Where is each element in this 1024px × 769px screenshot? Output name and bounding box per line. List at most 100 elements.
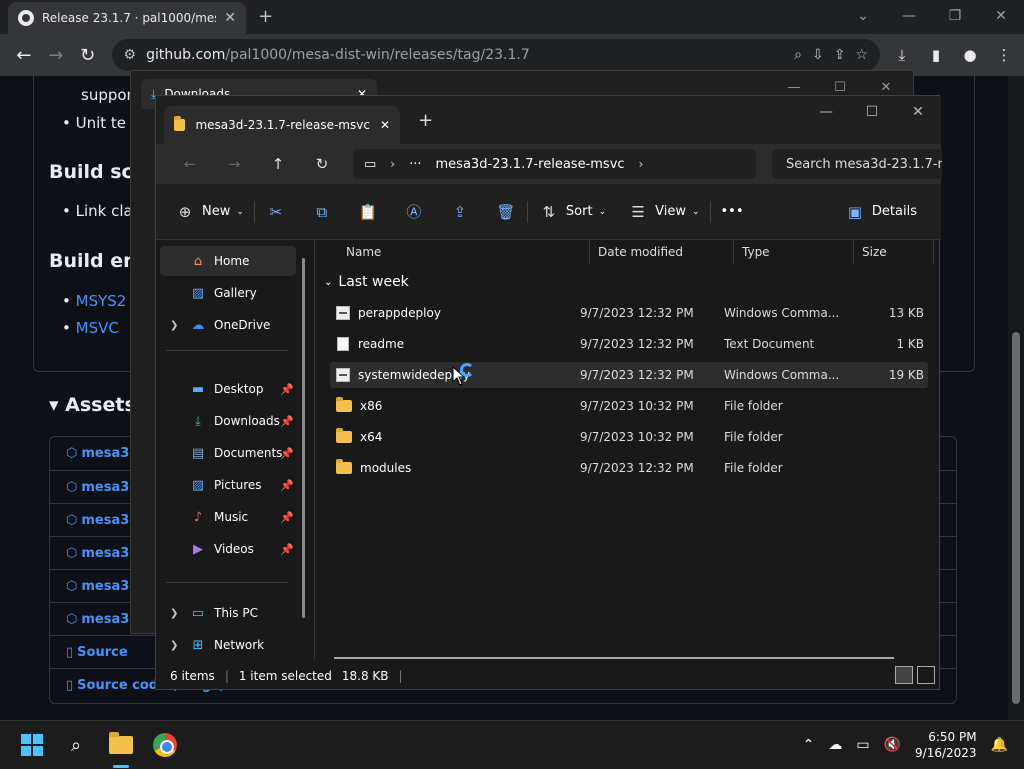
up-button[interactable]: ↑ [256,155,300,173]
taskbar-search-icon[interactable]: ⌕ [60,729,92,761]
minimize-button[interactable]: — [803,96,849,128]
nav-item-music[interactable]: ♪ Music 📌 [160,502,296,532]
chrome-tab-strip: Release 23.1.7 · pal1000/mesa-di ✕ + ⌄ —… [0,0,1024,34]
rename-icon[interactable]: Ⓐ [403,201,425,223]
forward-button[interactable]: → [212,155,256,173]
nav-item-this-pc[interactable]: ❯ ▭ This PC [160,598,296,628]
delete-icon[interactable]: 🗑 [495,201,517,223]
msvc-link[interactable]: MSVC [76,319,119,337]
address-bar[interactable]: ⚙ github.com/pal1000/mesa-dist-win/relea… [111,39,880,71]
file-row[interactable]: readme 9/7/2023 12:32 PM Text Document 1… [330,331,928,357]
paste-icon[interactable]: 📋 [357,201,379,223]
file-row[interactable]: perappdeploy 9/7/2023 12:32 PM Windows C… [330,300,928,326]
sort-button[interactable]: ⇅ Sort ⌄ [538,201,607,223]
nav-label: Music [214,510,249,524]
chevron-up-icon[interactable]: ⌃ [803,737,815,753]
tiles-view-icon[interactable] [917,666,935,684]
new-tab-button[interactable]: + [258,6,273,27]
nav-item-videos[interactable]: ▶ Videos 📌 [160,534,296,564]
monitor-tray-icon[interactable]: ▭ [856,737,869,753]
tab-search-icon[interactable]: ⌄ [840,0,886,32]
file-row[interactable]: systemwidedeploy 9/7/2023 12:32 PM Windo… [330,362,928,388]
taskbar-file-explorer[interactable] [105,729,137,761]
nav-item-network[interactable]: ❯ ⊞ Network [160,630,296,660]
new-tab-button[interactable]: + [418,110,433,131]
volume-muted-icon[interactable]: 🔇 [884,737,901,753]
nav-scrollbar[interactable] [302,258,305,618]
reload-button[interactable]: ↻ [72,39,104,71]
asset-link[interactable]: Source [77,645,127,660]
new-button[interactable]: ⊕ New ⌄ [174,201,244,223]
maximize-button[interactable]: ☐ [849,96,895,128]
copy-icon[interactable]: ⧉ [311,201,333,223]
breadcrumb-ellipsis[interactable]: ··· [409,157,421,172]
breadcrumb[interactable]: ▭ › ··· mesa3d-23.1.7-release-msvc › [354,149,756,179]
file-row[interactable]: modules 9/7/2023 12:32 PM File folder [330,455,928,481]
nav-item-documents[interactable]: ▤ Documents 📌 [160,438,296,468]
notification-bell-icon[interactable]: 🔔 [991,737,1008,753]
profile-icon[interactable]: ● [958,43,982,67]
text-file-icon [337,337,349,351]
search-icon[interactable]: ⌕ [794,47,802,63]
scrollbar-thumb[interactable] [1012,332,1020,704]
horizontal-scrollbar[interactable] [334,657,894,659]
start-button[interactable] [16,729,48,761]
cut-icon[interactable]: ✂ [265,201,287,223]
nav-item-downloads[interactable]: ⤓ Downloads 📌 [160,406,296,436]
nav-item-desktop[interactable]: ▬ Desktop 📌 [160,374,296,404]
more-button[interactable]: ••• [721,204,744,219]
close-window-button[interactable]: ✕ [895,96,941,128]
back-button[interactable]: ← [168,155,212,173]
explorer-tab[interactable]: mesa3d-23.1.7-release-msvc ✕ [164,106,400,144]
msys-link[interactable]: MSYS2 [76,292,127,310]
chevron-right-icon[interactable]: ❯ [170,320,178,331]
install-icon[interactable]: ⇩ [812,47,824,63]
nav-item-onedrive[interactable]: ❯ ☁ OneDrive [160,310,296,340]
refresh-button[interactable]: ↻ [300,155,344,173]
taskbar-chrome[interactable] [149,729,181,761]
restore-button[interactable]: ❐ [932,0,978,32]
nav-item-pictures[interactable]: ▨ Pictures 📌 [160,470,296,500]
close-tab-icon[interactable]: ✕ [380,118,390,132]
onedrive-tray-icon[interactable]: ☁ [828,737,842,753]
chevron-right-icon[interactable]: ❯ [170,640,178,651]
share-icon[interactable]: ⇪ [834,47,846,63]
url-host: github.com [146,47,226,63]
file-row[interactable]: x86 9/7/2023 10:32 PM File folder [330,393,928,419]
share-icon[interactable]: ⇪ [449,201,471,223]
column-header-date[interactable]: Date modified [590,240,734,264]
file-row[interactable]: x64 9/7/2023 10:32 PM File folder [330,424,928,450]
clock[interactable]: 6:50 PM 9/16/2023 [915,729,977,761]
details-view-icon[interactable] [895,666,913,684]
view-button[interactable]: ☰ View ⌄ [627,201,699,223]
nav-item-gallery[interactable]: ▨ Gallery [160,278,296,308]
breadcrumb-current-folder[interactable]: mesa3d-23.1.7-release-msvc [436,157,625,172]
close-tab-icon[interactable]: ✕ [224,10,236,26]
close-window-button[interactable]: ✕ [978,0,1024,32]
column-header-type[interactable]: Type [734,240,854,264]
column-header-name[interactable]: Name [338,240,590,264]
chevron-right-icon[interactable]: ❯ [170,608,178,619]
window-controls: ⌄ — ❐ ✕ [840,0,1024,32]
site-info-icon[interactable]: ⚙ [124,47,137,63]
downloads-icon[interactable]: ⤓ [890,43,914,67]
search-input[interactable]: Search mesa3d-23.1.7-rel [772,149,942,179]
pin-icon: 📌 [280,446,294,460]
minimize-button[interactable]: — [886,0,932,32]
chevron-right-icon[interactable]: › [390,157,395,171]
group-header-last-week[interactable]: ⌄ Last week [324,274,409,290]
side-panel-icon[interactable]: ▮ [924,43,948,67]
page-scrollbar[interactable] [1008,76,1024,722]
nav-item-home[interactable]: ⌂ Home [160,246,296,276]
bookmark-star-icon[interactable]: ☆ [855,47,868,63]
forward-button[interactable]: → [40,39,72,71]
chrome-tab-release[interactable]: Release 23.1.7 · pal1000/mesa-di ✕ [8,2,246,34]
pane-splitter[interactable] [314,240,315,660]
column-header-size[interactable]: Size [854,240,934,264]
details-button[interactable]: ▣ Details [844,201,917,223]
heading-assets[interactable]: ▾ Assets [49,394,136,416]
msvc-link-item: • MSVC [62,319,119,337]
back-button[interactable]: ← [8,39,40,71]
chevron-right-icon[interactable]: › [639,157,644,171]
menu-icon[interactable]: ⋮ [992,43,1016,67]
